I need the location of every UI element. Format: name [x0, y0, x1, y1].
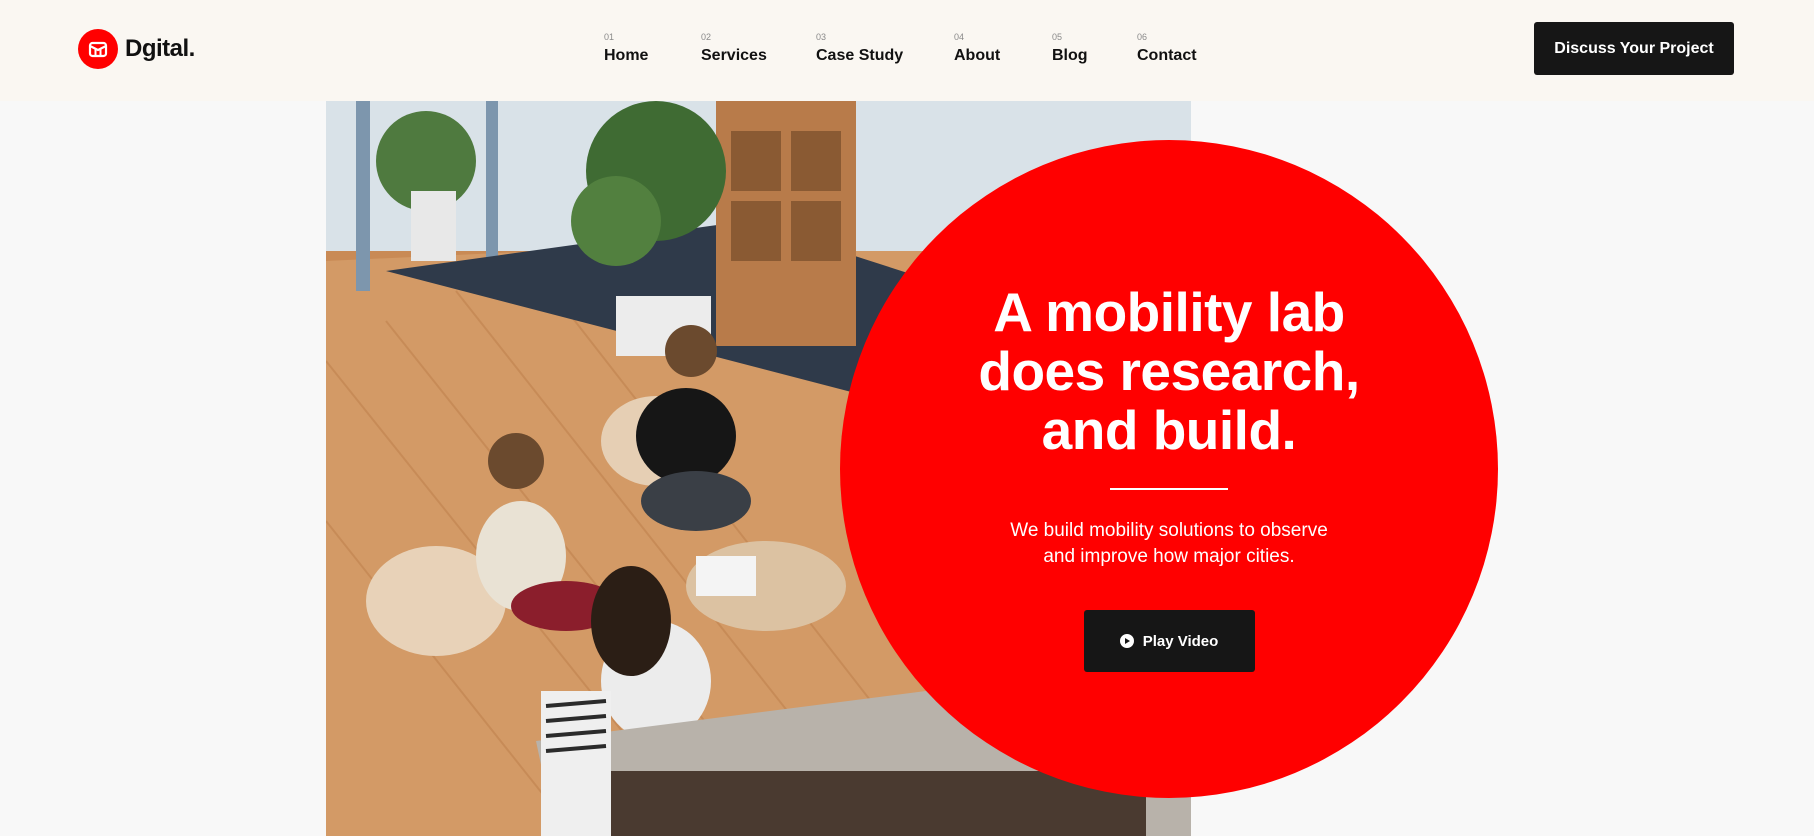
nav-number: 06	[1137, 32, 1148, 42]
nav-label: Services	[701, 47, 767, 64]
nav-number: 01	[604, 32, 615, 42]
nav-item-services[interactable]: 02 Services	[701, 32, 767, 67]
site-header: Dgital. 01 Home 02 Services 03 Case Stud…	[0, 0, 1814, 101]
nav-item-about[interactable]: 04 About	[954, 32, 1000, 67]
hero-content: A mobility lab does research, and build.…	[840, 140, 1498, 672]
brand-logo[interactable]: Dgital.	[78, 29, 195, 69]
hero-subtitle-line: We build mobility solutions to observe	[1010, 520, 1328, 541]
hero-divider	[1110, 488, 1228, 490]
brand-name: Dgital.	[125, 35, 195, 62]
nav-item-case-study[interactable]: 03 Case Study	[816, 32, 903, 67]
hero-title-line: does research,	[978, 340, 1360, 402]
hero-title-line: A mobility lab	[993, 281, 1345, 343]
hero-title: A mobility lab does research, and build.	[909, 283, 1429, 460]
logo-mark-icon	[78, 29, 118, 69]
play-video-button[interactable]: Play Video	[1083, 610, 1255, 672]
nav-item-home[interactable]: 01 Home	[604, 32, 648, 67]
nav-label: Contact	[1137, 47, 1197, 64]
nav-number: 05	[1052, 32, 1063, 42]
play-icon	[1119, 634, 1134, 648]
nav-label: About	[954, 47, 1001, 64]
nav-item-blog[interactable]: 05 Blog	[1052, 32, 1088, 67]
play-video-label: Play Video	[1142, 632, 1219, 650]
hero-subtitle-line: and improve how major cities.	[1043, 546, 1295, 567]
discuss-project-button[interactable]: Discuss Your Project	[1534, 22, 1734, 75]
nav-number: 04	[954, 32, 965, 42]
hero-title-line: and build.	[1041, 399, 1297, 461]
hero-subtitle: We build mobility solutions to observe a…	[979, 518, 1359, 570]
nav-label: Blog	[1052, 47, 1088, 64]
nav-item-contact[interactable]: 06 Contact	[1137, 32, 1197, 67]
nav-number: 03	[816, 32, 827, 42]
nav-number: 02	[701, 32, 712, 42]
nav-label: Case Study	[816, 47, 904, 64]
nav-label: Home	[604, 47, 649, 64]
